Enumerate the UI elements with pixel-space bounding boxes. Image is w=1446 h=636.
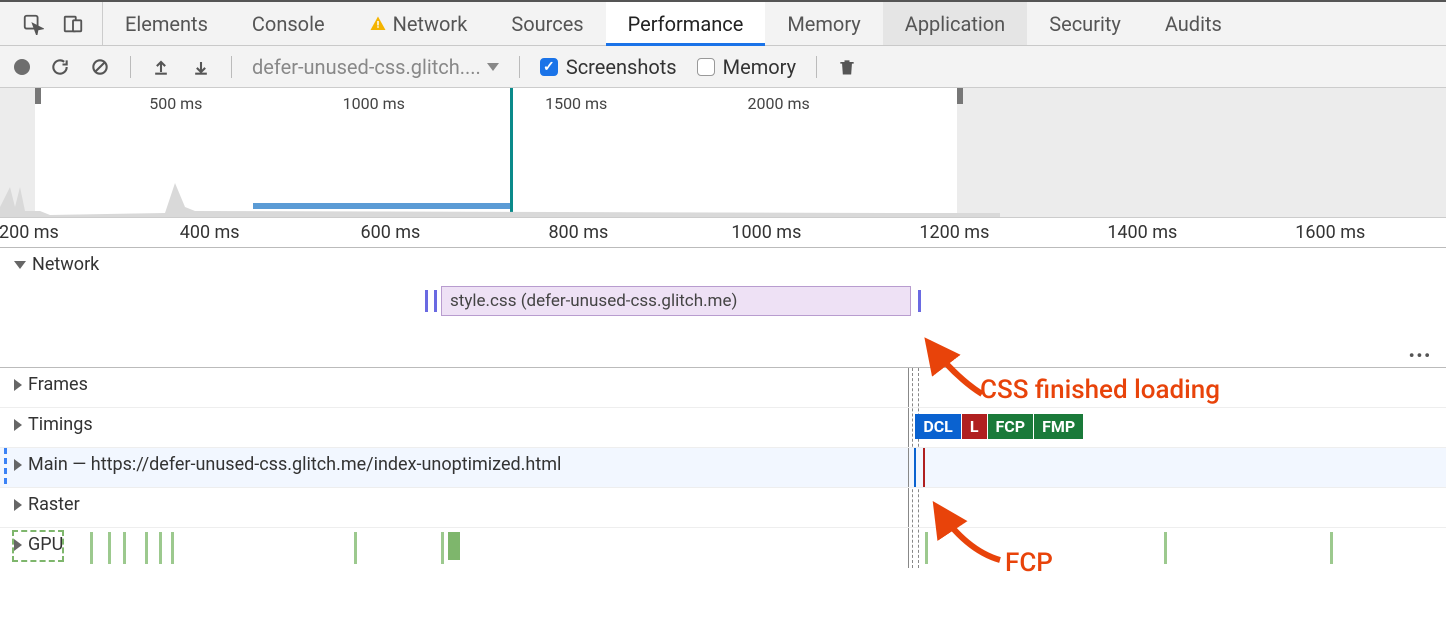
lane-raster-label: Raster [28,494,80,515]
gpu-task-tick [171,532,174,564]
gpu-task-tick [354,532,357,564]
marker-line [908,448,909,487]
gpu-dashed-region [12,530,64,562]
lane-network: Network style.css (defer-unused-css.glit… [0,248,1446,368]
toolbar-separator [130,56,131,78]
network-request-start-marker [425,290,428,312]
lane-timings-label: Timings [28,414,93,435]
more-indicator: ••• [1409,346,1432,365]
timing-badge-dcl[interactable]: DCL [915,414,961,439]
gpu-task-tick [1164,532,1167,564]
gpu-task-tick [90,532,93,564]
record-button[interactable] [14,59,30,75]
gpu-task-block [448,532,460,560]
timing-badge-l[interactable]: L [962,414,987,439]
gpu-task-tick [925,532,928,564]
recording-dropdown[interactable]: defer-unused-css.glitch.... [252,55,499,79]
warning-icon [369,15,387,33]
ruler-tick-label: 600 ms [360,222,420,243]
reload-button[interactable] [50,57,70,77]
lane-toggle-timings[interactable] [14,419,22,431]
lane-toggle-raster[interactable] [14,499,22,511]
network-entry-stylecss[interactable]: style.css (defer-unused-css.glitch.me) [441,286,911,316]
flamechart[interactable]: Network style.css (defer-unused-css.glit… [0,248,1446,568]
toolbar-separator [816,56,817,78]
tab-console[interactable]: Console [230,2,347,45]
memory-label: Memory [723,55,796,79]
overview-cpu-spark [0,177,1000,217]
timing-badge-fmp[interactable]: FMP [1034,414,1083,439]
tab-application[interactable]: Application [883,2,1027,45]
garbage-collect-button[interactable] [837,56,857,78]
lane-timings: Timings DCL L FCP FMP [0,408,1446,448]
gpu-task-tick [108,532,111,564]
network-request-start-marker [434,290,437,312]
overview-handle-right[interactable] [957,88,963,104]
chevron-down-icon [487,63,499,71]
ruler-tick-label: 200 ms [0,222,59,243]
checkbox-checked-icon [540,58,558,76]
tab-performance[interactable]: Performance [606,2,766,45]
overview-mask-right [957,88,1446,217]
ruler-tick-label: 1600 ms [1295,222,1365,243]
ruler-tick-label: 1400 ms [1107,222,1177,243]
tabbar-left-controls [0,2,103,45]
overview-tick-label: 1500 ms [545,94,607,113]
lane-toggle-network[interactable] [14,261,26,269]
tab-elements[interactable]: Elements [103,2,230,45]
gpu-task-tick [1330,532,1333,564]
tab-network-label: Network [393,12,468,36]
tab-network[interactable]: Network [347,2,490,45]
lane-network-label: Network [32,254,99,275]
memory-checkbox[interactable]: Memory [697,55,796,79]
clear-button[interactable] [90,57,110,77]
upload-profile-button[interactable] [151,57,171,77]
gpu-task-tick [159,532,162,564]
gpu-task-tick [441,532,444,564]
device-toolbar-icon[interactable] [62,13,84,35]
lane-main: Main — https://defer-unused-css.glitch.m… [0,448,1446,488]
network-request-end-marker [918,290,921,312]
main-thread-indicator [4,448,7,487]
download-profile-button[interactable] [191,57,211,77]
tab-audits[interactable]: Audits [1143,2,1244,45]
tab-sources[interactable]: Sources [489,2,605,45]
ruler-tick-label: 1000 ms [731,222,801,243]
lane-gpu: GPU [0,528,1446,568]
overview-tick-label: 2000 ms [748,94,810,113]
main-ruler: 200 ms 400 ms 600 ms 800 ms 1000 ms 1200… [0,218,1446,248]
timeline-overview[interactable]: 500 ms 1000 ms 1500 ms 2000 ms 2500 ms 3… [0,88,1446,218]
timing-badge-fcp[interactable]: FCP [988,414,1034,439]
screenshots-checkbox[interactable]: Screenshots [540,55,677,79]
tab-security[interactable]: Security [1027,2,1143,45]
marker-dcl-line [914,448,916,487]
lane-toggle-frames[interactable] [14,379,22,391]
lane-main-label: Main — https://defer-unused-css.glitch.m… [28,454,561,475]
overview-tick-label: 500 ms [149,94,202,113]
gpu-task-tick [145,532,148,564]
ruler-tick-label: 1200 ms [919,222,989,243]
devtools-tabbar: Elements Console Network Sources Perform… [0,2,1446,46]
tab-memory[interactable]: Memory [765,2,882,45]
toolbar-separator [231,56,232,78]
overview-tick-label: 1000 ms [343,94,405,113]
lane-toggle-main[interactable] [14,459,22,471]
network-entry-label: style.css (defer-unused-css.glitch.me) [450,291,737,311]
recording-dropdown-label: defer-unused-css.glitch.... [252,55,481,79]
ruler-tick-label: 400 ms [180,222,240,243]
ruler-tick-label: 800 ms [548,222,608,243]
lane-raster: Raster [0,488,1446,528]
toolbar-separator [519,56,520,78]
gpu-task-tick [123,532,126,564]
checkbox-unchecked-icon [697,58,715,76]
inspect-icon[interactable] [22,13,44,35]
overview-handle-left[interactable] [35,88,41,104]
lane-frames-label: Frames [28,374,88,395]
screenshots-label: Screenshots [566,55,677,79]
lane-frames: Frames [0,368,1446,408]
marker-load-line [923,448,925,487]
performance-toolbar: defer-unused-css.glitch.... Screenshots … [0,46,1446,88]
